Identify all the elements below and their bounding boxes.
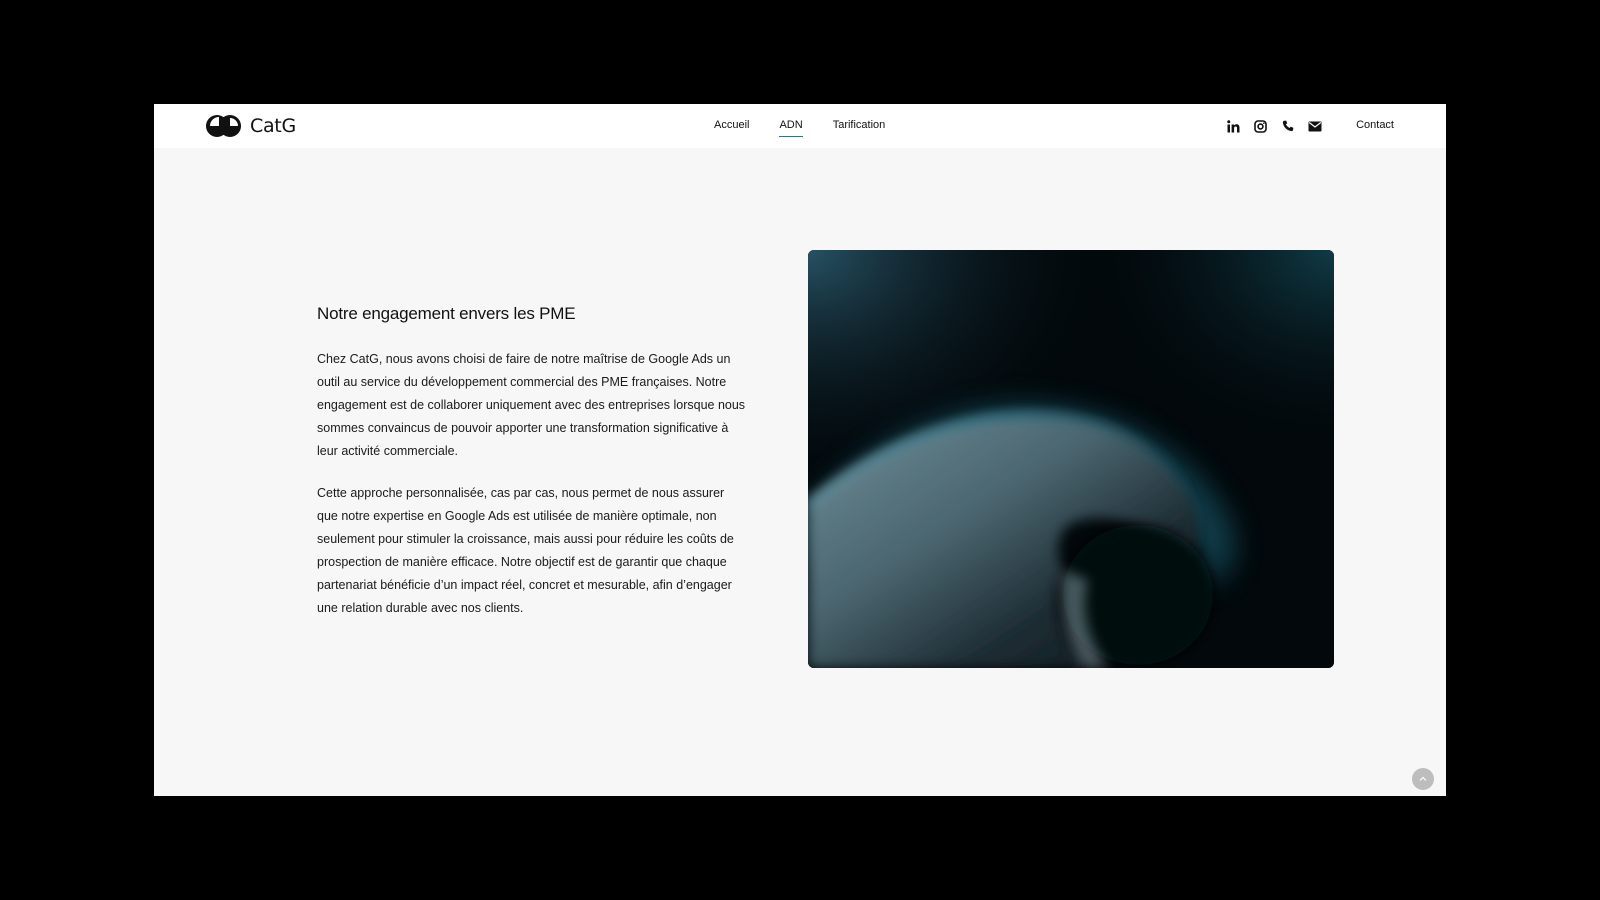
nav-link-accueil[interactable]: Accueil	[714, 119, 749, 133]
paragraph-approach: Cette approche personnalisée, cas par ca…	[317, 486, 734, 615]
page-frame: CatG Accueil ADN Tarification Contact No…	[154, 104, 1446, 796]
linkedin-icon[interactable]	[1226, 119, 1241, 134]
nav-link-adn[interactable]: ADN	[779, 119, 803, 137]
logo-mark-icon	[206, 115, 241, 137]
logo[interactable]: CatG	[206, 113, 296, 139]
phone-icon[interactable]	[1280, 119, 1295, 134]
main-nav: Accueil ADN Tarification	[714, 104, 885, 148]
navbar: CatG Accueil ADN Tarification Contact	[154, 104, 1446, 148]
engagement-section: Notre engagement envers les PME Chez Cat…	[317, 304, 747, 639]
email-icon[interactable]	[1307, 119, 1322, 134]
abstract-wave-image	[808, 250, 1334, 668]
instagram-icon[interactable]	[1253, 119, 1268, 134]
chevron-up-icon	[1419, 776, 1427, 781]
contact-link[interactable]: Contact	[1356, 119, 1394, 131]
brand-name: CatG	[250, 115, 296, 137]
paragraph-intro: Chez CatG, nous avons choisi de faire de…	[317, 352, 746, 458]
scroll-to-top-button[interactable]	[1412, 768, 1434, 790]
nav-link-tarification[interactable]: Tarification	[833, 119, 886, 133]
section-heading: Notre engagement envers les PME	[317, 304, 576, 323]
social-links	[1226, 104, 1322, 148]
